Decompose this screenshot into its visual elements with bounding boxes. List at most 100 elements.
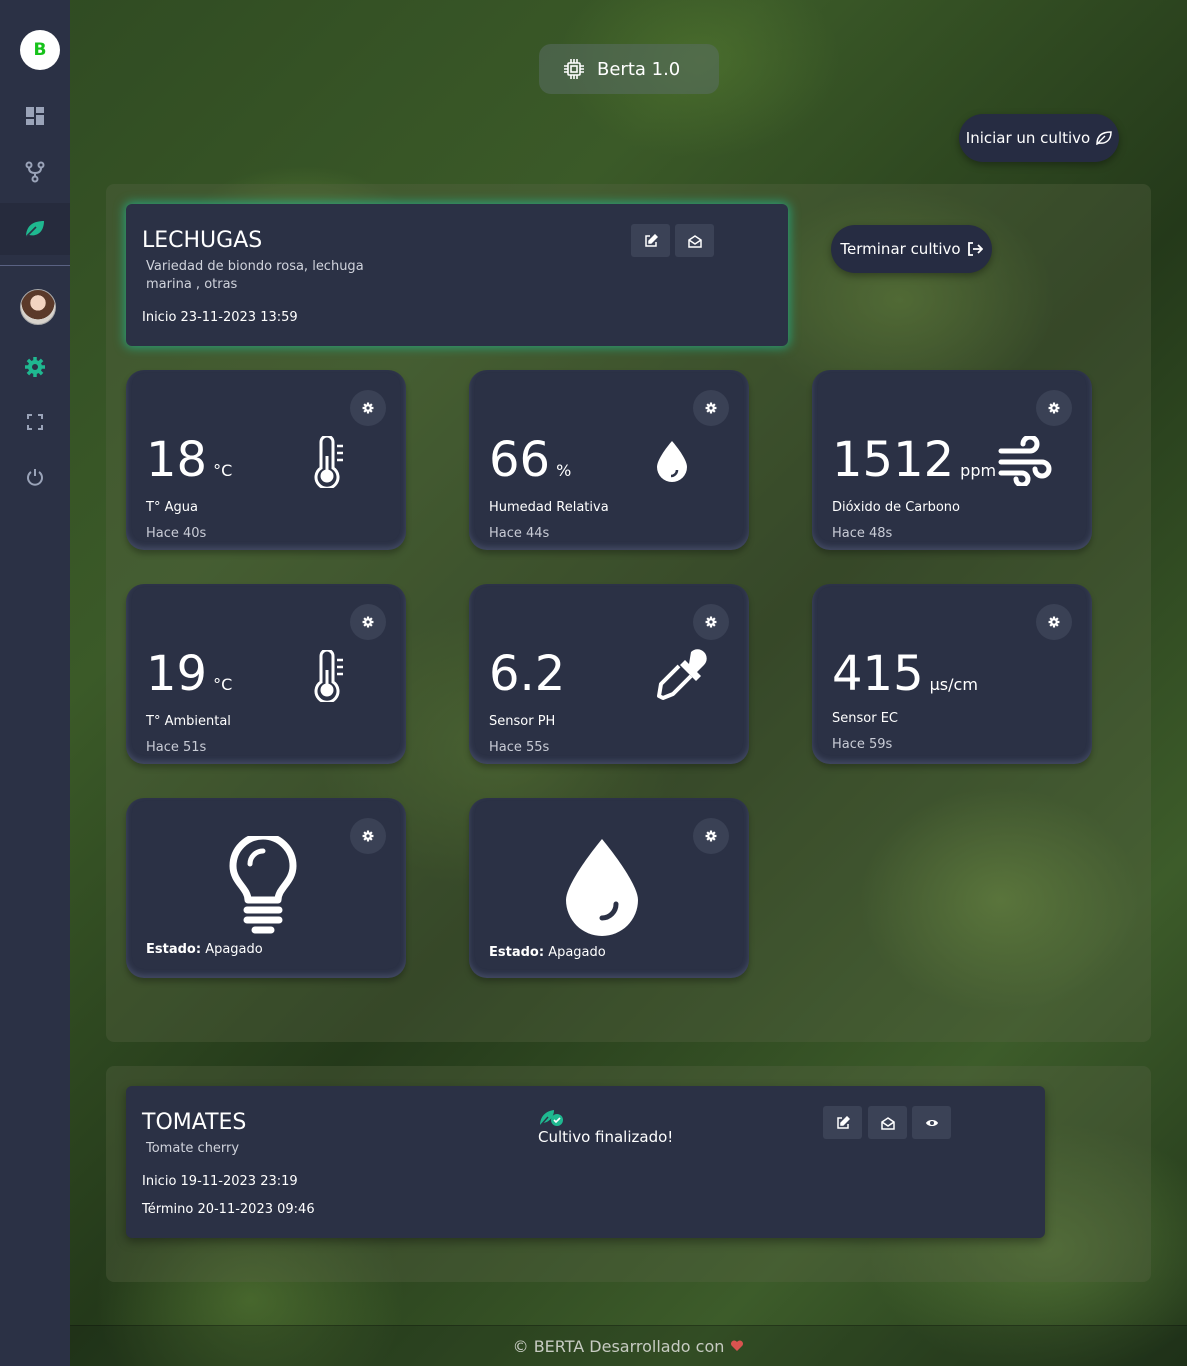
- seedling-check-icon: [539, 1110, 563, 1127]
- logo-letter: B: [33, 40, 47, 60]
- settings-button[interactable]: [350, 818, 386, 854]
- sensor-label: T° Ambiental: [146, 714, 231, 729]
- sensor-label: Sensor PH: [489, 714, 556, 729]
- sensor-updated: Hace 59s: [832, 737, 893, 752]
- sensor-unit: %: [556, 461, 572, 480]
- gear-icon: [705, 830, 717, 842]
- envelope-open-icon: [687, 234, 702, 248]
- sensor-label: Dióxido de Carbono: [832, 500, 960, 515]
- crop-name: TOMATES: [142, 1110, 247, 1135]
- crop-start-date: Inicio 23-11-2023 13:59: [142, 310, 298, 325]
- status-label: Estado:: [146, 942, 202, 957]
- settings-button[interactable]: [350, 604, 386, 640]
- edit-button[interactable]: [823, 1106, 862, 1139]
- start-crop-label: Iniciar un cultivo: [965, 129, 1091, 147]
- droplet-icon: [657, 441, 687, 482]
- wind-icon: [998, 436, 1052, 486]
- sensor-card-water-temp: 18 °C T° Agua Hace 40s: [126, 370, 406, 550]
- sensor-unit: °C: [213, 675, 233, 694]
- fullscreen-icon[interactable]: [0, 396, 70, 448]
- irrigation-actuator-card: Estado: Apagado: [469, 798, 749, 978]
- start-crop-button[interactable]: Iniciar un cultivo: [959, 114, 1119, 162]
- eye-icon: [925, 1119, 938, 1126]
- leaf-icon[interactable]: [0, 203, 70, 255]
- settings-button[interactable]: [693, 390, 729, 426]
- crop-start-date: Inicio 19-11-2023 23:19: [142, 1174, 298, 1189]
- crop-end-date: Término 20-11-2023 09:46: [142, 1202, 315, 1217]
- sensor-updated: Hace 55s: [489, 740, 550, 755]
- sensor-card-ec: 415 µs/cm Sensor EC Hace 59s: [812, 584, 1092, 764]
- gear-icon: [362, 616, 374, 628]
- crop-status: Cultivo finalizado!: [538, 1128, 674, 1146]
- gear-icon: [1048, 402, 1060, 414]
- settings-button[interactable]: [1036, 390, 1072, 426]
- status-value: Apagado: [548, 945, 606, 960]
- settings-button[interactable]: [1036, 604, 1072, 640]
- sensor-unit: µs/cm: [929, 675, 978, 694]
- sidebar-divider: [0, 265, 70, 266]
- sensor-label: Sensor EC: [832, 711, 898, 726]
- chip-icon: [564, 59, 584, 79]
- thermometer-icon: [314, 650, 343, 702]
- sensor-unit: ppm: [960, 461, 997, 480]
- light-status: Estado: Apagado: [146, 942, 263, 957]
- dashboard-icon[interactable]: [0, 90, 70, 142]
- sensor-value: 66: [489, 432, 551, 488]
- sensor-card-ph: 6.2 Sensor PH Hace 55s: [469, 584, 749, 764]
- heart-icon: [731, 1340, 744, 1351]
- droplet-icon: [566, 839, 638, 936]
- logo[interactable]: B: [20, 30, 60, 70]
- crop-description-line2: marina , otras: [146, 277, 238, 292]
- finished-crop-card: TOMATES Tomate cherry Inicio 19-11-2023 …: [126, 1086, 1045, 1238]
- crop-description: Tomate cherry: [146, 1141, 240, 1156]
- gear-icon: [705, 616, 717, 628]
- footer-text: © BERTA Desarrollado con: [512, 1336, 725, 1356]
- eyedropper-icon: [657, 649, 707, 700]
- sensor-card-ambient-temp: 19 °C T° Ambiental Hace 51s: [126, 584, 406, 764]
- irrigation-status: Estado: Apagado: [489, 945, 606, 960]
- sensor-card-co2: 1512 ppm Dióxido de Carbono Hace 48s: [812, 370, 1092, 550]
- status-label: Estado:: [489, 945, 545, 960]
- sensor-card-humidity: 66% Humedad Relativa Hace 44s: [469, 370, 749, 550]
- leaf-icon: [1096, 131, 1112, 145]
- gear-icon: [705, 402, 717, 414]
- app-title-badge: Berta 1.0: [539, 44, 719, 94]
- edit-button[interactable]: [631, 224, 670, 257]
- sensor-updated: Hace 40s: [146, 526, 207, 541]
- sensor-value: 18: [146, 432, 208, 488]
- end-crop-label: Terminar cultivo: [840, 240, 961, 258]
- sensor-value: 415: [832, 646, 924, 702]
- sensor-updated: Hace 44s: [489, 526, 550, 541]
- view-button[interactable]: [912, 1106, 951, 1139]
- fork-icon[interactable]: [0, 146, 70, 198]
- mail-button[interactable]: [868, 1106, 907, 1139]
- sensor-label: T° Agua: [146, 500, 198, 515]
- lightbulb-icon: [229, 836, 297, 934]
- crop-description-line1: Variedad de biondo rosa, lechuga: [146, 259, 364, 274]
- settings-button[interactable]: [350, 390, 386, 426]
- settings-button[interactable]: [693, 604, 729, 640]
- avatar[interactable]: [20, 289, 56, 325]
- status-value: Apagado: [205, 942, 263, 957]
- power-icon[interactable]: [0, 451, 70, 503]
- mail-button[interactable]: [675, 224, 714, 257]
- gear-icon: [1048, 616, 1060, 628]
- sensor-value: 19: [146, 646, 208, 702]
- sensor-value: 1512: [832, 432, 955, 488]
- thermometer-icon: [314, 436, 343, 488]
- gear-icon: [362, 402, 374, 414]
- app-title: Berta 1.0: [597, 58, 681, 80]
- sensor-value: 6.2: [489, 646, 566, 702]
- footer: © BERTA Desarrollado con: [70, 1325, 1187, 1366]
- settings-button[interactable]: [693, 818, 729, 854]
- gear-icon[interactable]: [0, 341, 70, 393]
- sensor-label: Humedad Relativa: [489, 500, 609, 515]
- edit-icon: [836, 1115, 850, 1129]
- sensor-updated: Hace 48s: [832, 526, 893, 541]
- sidebar: B: [0, 0, 70, 1366]
- sign-out-icon: [967, 242, 983, 256]
- gear-icon: [362, 830, 374, 842]
- light-actuator-card: Estado: Apagado: [126, 798, 406, 978]
- active-crop-card: LECHUGAS Variedad de biondo rosa, lechug…: [126, 204, 788, 346]
- end-crop-button[interactable]: Terminar cultivo: [831, 225, 992, 273]
